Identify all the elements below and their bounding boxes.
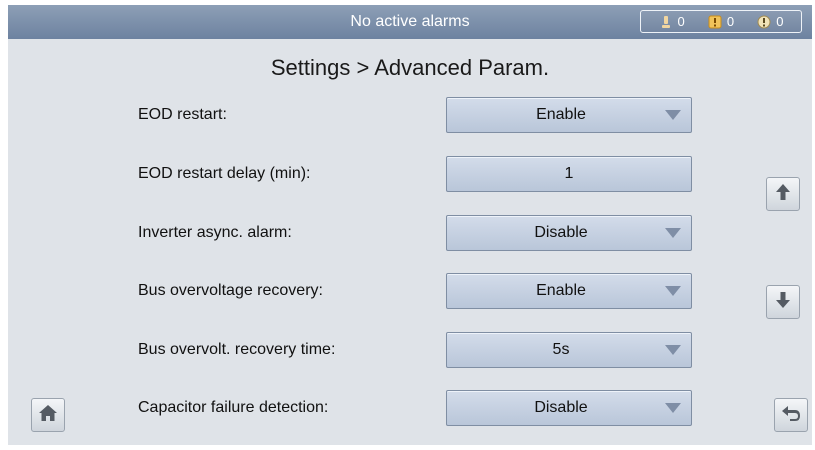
bus-overvolt-recovery-time-label: Bus overvolt. recovery time:	[138, 341, 336, 358]
eod-restart-label: EOD restart:	[138, 106, 227, 123]
dropdown-arrow-icon	[665, 286, 681, 296]
back-arrow-icon	[781, 405, 801, 426]
major-alarm-value: 0	[726, 14, 735, 29]
bus-overvolt-recovery-time-value: 5s	[552, 341, 570, 358]
capacitor-failure-detection-dropdown[interactable]: Disable	[446, 390, 692, 426]
bus-overvoltage-recovery-label: Bus overvoltage recovery:	[138, 282, 323, 299]
major-alarm-icon	[708, 15, 722, 29]
critical-alarm-count: 0	[757, 14, 783, 29]
inverter-async-alarm-value: Disable	[534, 224, 588, 241]
alarm-counts-button[interactable]: 0 0 0	[640, 10, 802, 33]
arrow-up-icon	[775, 183, 791, 206]
eod-restart-value: Enable	[536, 106, 586, 123]
minor-alarm-count: 0	[659, 14, 685, 29]
eod-restart-delay-label: EOD restart delay (min):	[138, 165, 311, 182]
inverter-async-alarm-dropdown[interactable]: Disable	[446, 215, 692, 251]
critical-alarm-icon	[757, 15, 771, 29]
inverter-async-alarm-label: Inverter async. alarm:	[138, 224, 292, 241]
dropdown-arrow-icon	[665, 110, 681, 120]
dropdown-arrow-icon	[665, 345, 681, 355]
eod-restart-dropdown[interactable]: Enable	[446, 97, 692, 133]
back-button[interactable]	[774, 398, 808, 432]
capacitor-failure-detection-value: Disable	[534, 399, 588, 416]
scroll-down-button[interactable]	[766, 285, 800, 319]
dropdown-arrow-icon	[665, 403, 681, 413]
dropdown-arrow-icon	[665, 228, 681, 238]
screen: No active alarms 0 0 0 Settings > Advanc…	[8, 5, 812, 445]
home-button[interactable]	[31, 398, 65, 432]
status-bar: No active alarms 0 0 0	[8, 5, 812, 39]
scroll-up-button[interactable]	[766, 177, 800, 211]
minor-alarm-icon	[659, 15, 673, 29]
capacitor-failure-detection-label: Capacitor failure detection:	[138, 399, 329, 416]
major-alarm-count: 0	[708, 14, 734, 29]
eod-restart-delay-value: 1	[564, 165, 574, 182]
bus-overvoltage-recovery-value: Enable	[536, 282, 586, 299]
bus-overvolt-recovery-time-dropdown[interactable]: 5s	[446, 332, 692, 368]
page-title: Settings > Advanced Param.	[270, 55, 550, 80]
arrow-down-icon	[775, 291, 791, 314]
bus-overvoltage-recovery-dropdown[interactable]: Enable	[446, 273, 692, 309]
critical-alarm-value: 0	[776, 14, 784, 29]
minor-alarm-value: 0	[677, 14, 685, 29]
home-icon	[38, 404, 58, 427]
eod-restart-delay-input[interactable]: 1	[446, 156, 692, 192]
